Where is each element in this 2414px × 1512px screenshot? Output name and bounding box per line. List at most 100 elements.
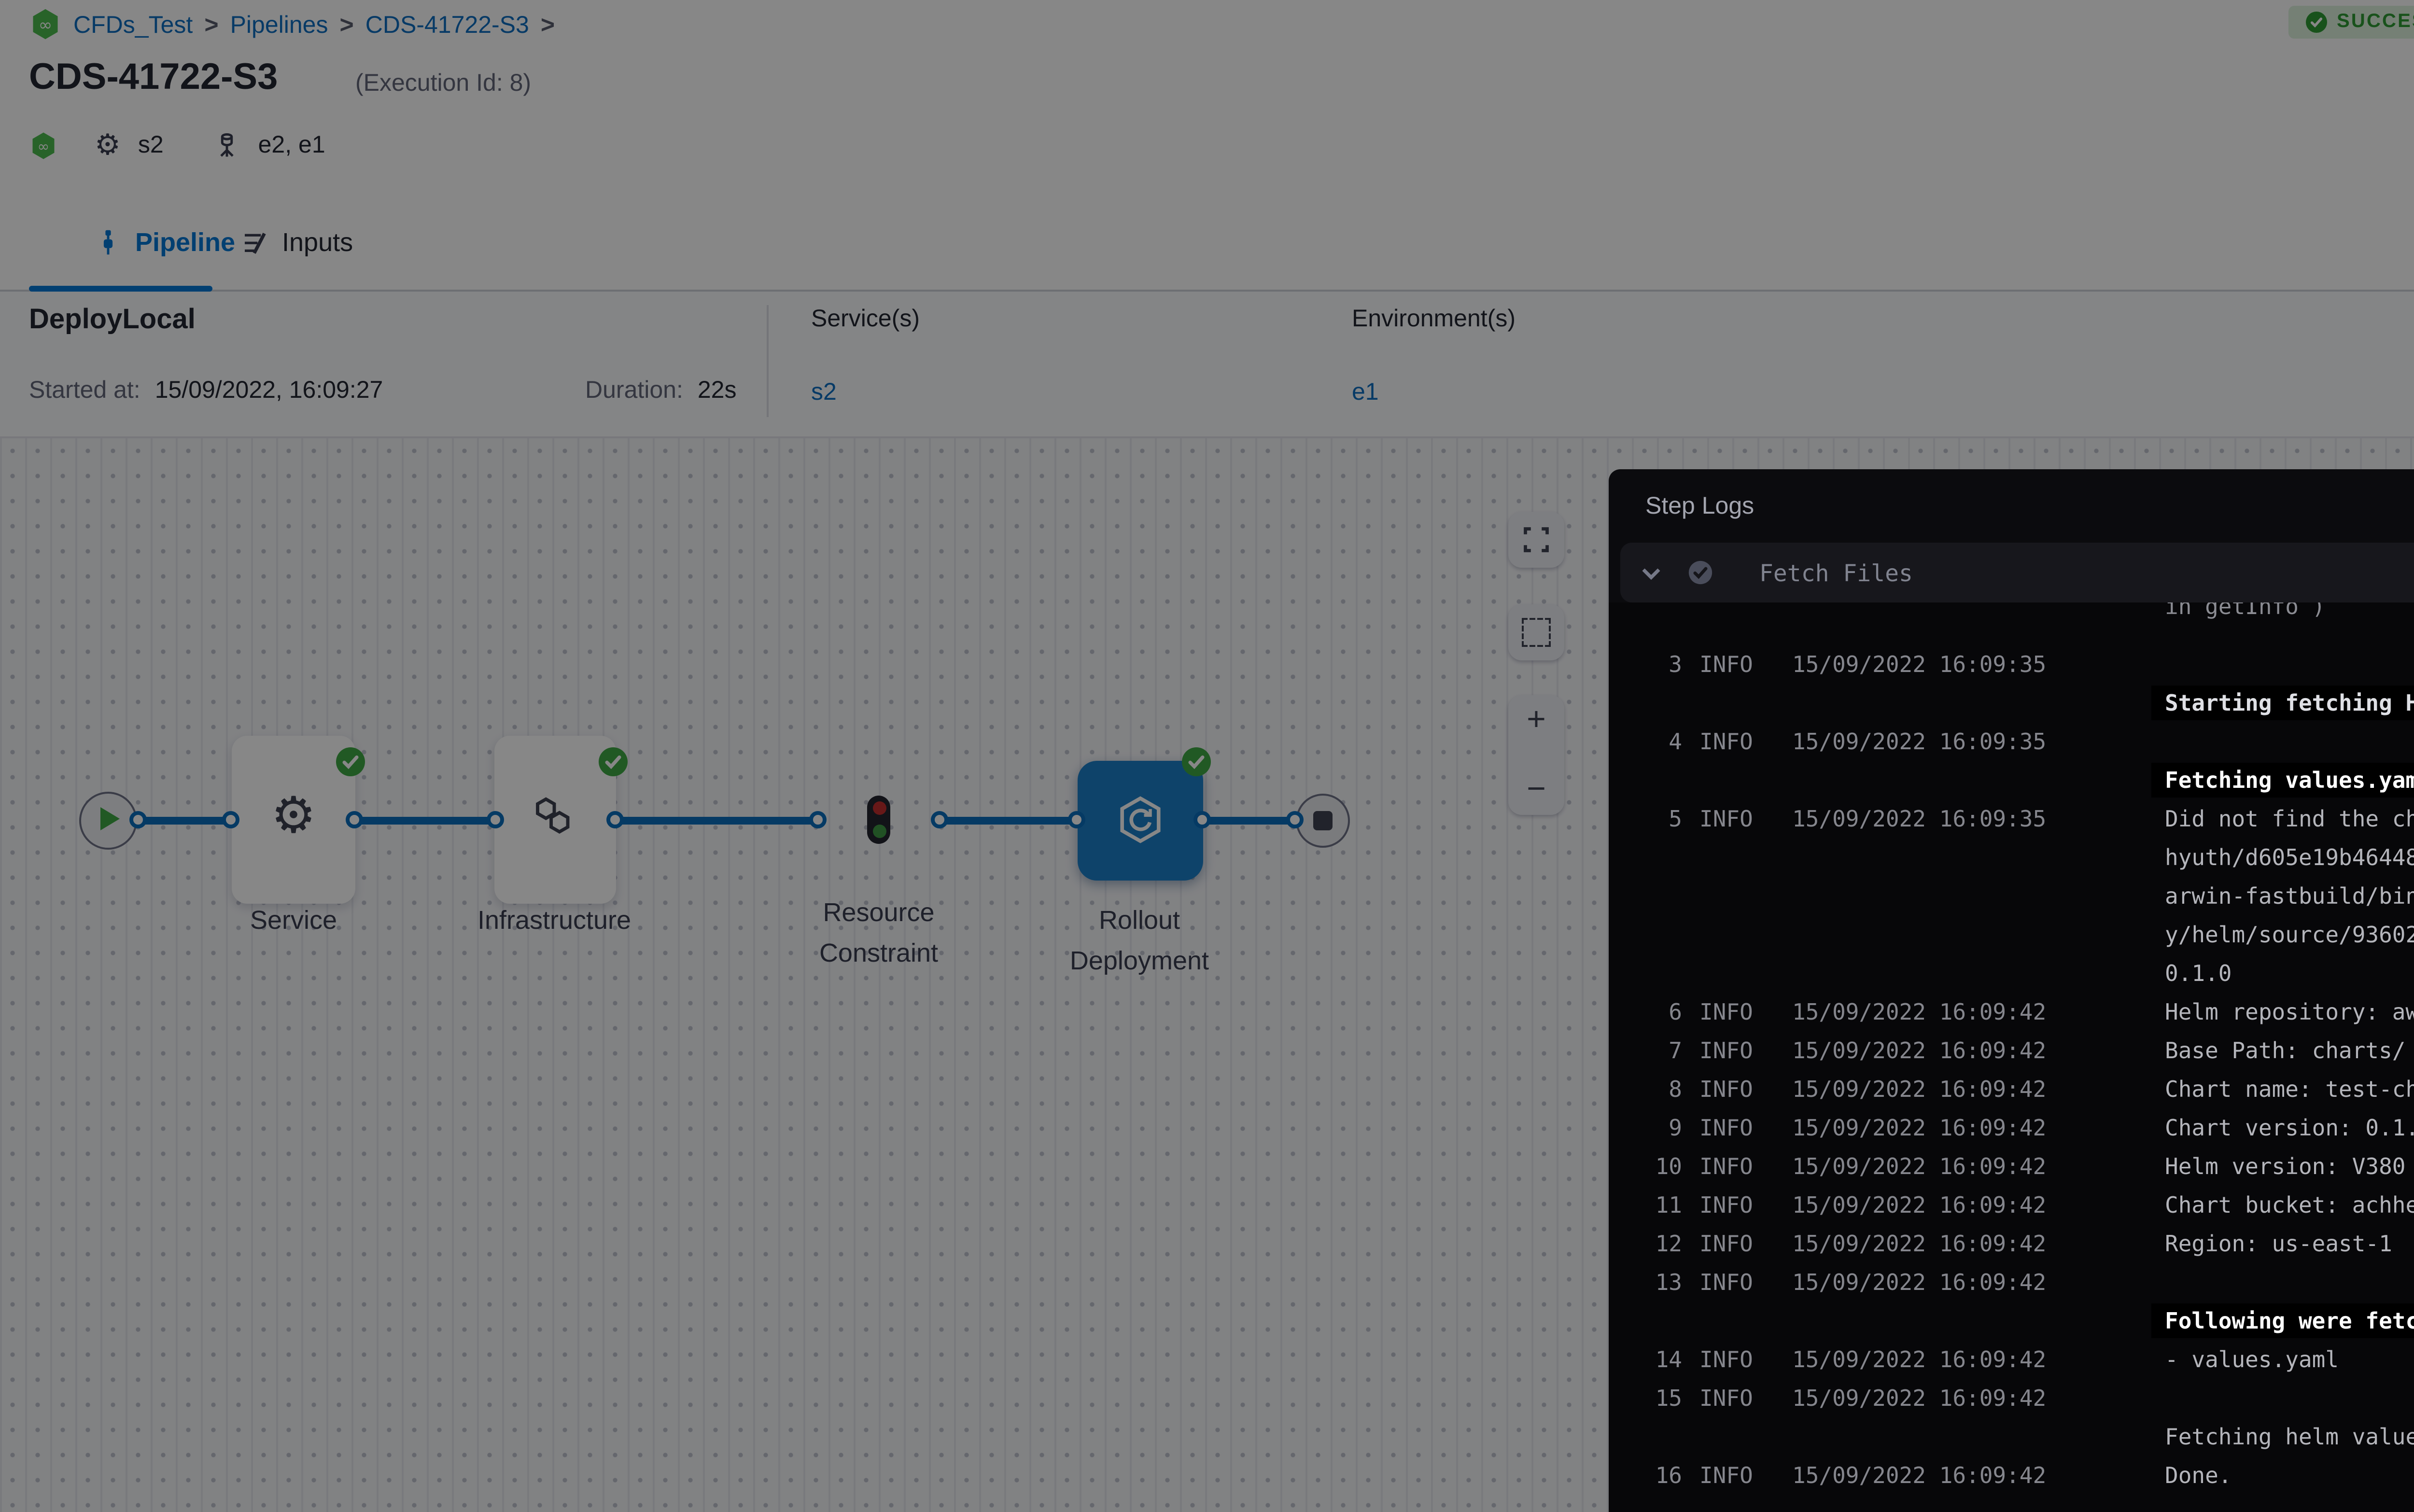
log-level: INFO: [1699, 1456, 1769, 1495]
log-level: INFO: [1699, 993, 1769, 1031]
log-message: [2165, 722, 2414, 761]
step-logs-drawer: Step Logs Console View Fetch Files ↑: [1609, 469, 2414, 1512]
log-line-number: 12: [1632, 1224, 1682, 1263]
log-line-number: 10: [1632, 1147, 1682, 1186]
log-timestamp: [1792, 602, 2047, 626]
log-row: 4 INFO 15/09/2022 16:09:35: [1609, 722, 2414, 761]
log-message: Helm version: V380: [2165, 1147, 2414, 1186]
log-timestamp: 15/09/2022 16:09:35: [1792, 799, 2047, 993]
log-level: INFO: [1699, 1147, 1769, 1186]
log-line-number: [1632, 761, 1682, 799]
chevron-down-icon[interactable]: [1640, 561, 1663, 584]
log-line-number: [1632, 1302, 1682, 1340]
step-logs-title: Step Logs: [1645, 491, 1754, 518]
log-line-number: [1632, 684, 1682, 722]
log-message: Following were fetched successfully :: [2165, 1302, 2414, 1340]
log-line-number: 15: [1632, 1379, 1682, 1417]
log-row: 6 INFO 15/09/2022 16:09:42 Helm reposito…: [1609, 993, 2414, 1031]
log-timestamp: 15/09/2022 16:09:42: [1792, 1147, 2047, 1186]
log-timestamp: [1792, 684, 2047, 722]
log-row: 14 INFO 15/09/2022 16:09:42 - values.yam…: [1609, 1340, 2414, 1379]
log-row: 15 INFO 15/09/2022 16:09:42: [1609, 1379, 2414, 1417]
log-row: Starting fetching Helm values: [1609, 684, 2414, 722]
log-message: Fetching helm values completed successfu…: [2165, 1417, 2414, 1456]
log-line-number: 16: [1632, 1456, 1682, 1495]
log-level: INFO: [1699, 1186, 1769, 1224]
log-row: 5 INFO 15/09/2022 16:09:35 Did not find …: [1609, 799, 2414, 993]
log-timestamp: 15/09/2022 16:09:42: [1792, 1456, 2047, 1495]
log-timestamp: [1792, 1302, 2047, 1340]
log-level: INFO: [1699, 645, 1769, 684]
log-level: INFO: [1699, 1070, 1769, 1108]
step-logs-header: Step Logs Console View: [1609, 469, 2414, 541]
log-line-number: 7: [1632, 1031, 1682, 1070]
log-message: Chart name: test-chart: [2165, 1070, 2414, 1108]
log-row: 13 INFO 15/09/2022 16:09:42: [1609, 1263, 2414, 1302]
log-timestamp: 15/09/2022 16:09:42: [1792, 1070, 2047, 1108]
log-message: Done.: [2165, 1456, 2414, 1495]
log-message: - values.yaml: [2165, 1340, 2414, 1379]
log-level: INFO: [1699, 1379, 1769, 1417]
log-row: 16 INFO 15/09/2022 16:09:42 Done.: [1609, 1456, 2414, 1495]
log-level: INFO: [1699, 1263, 1769, 1302]
log-timestamp: [1792, 761, 2047, 799]
log-row: in getInfo ): [1609, 602, 2414, 626]
log-line-number: [1632, 602, 1682, 626]
log-timestamp: 15/09/2022 16:09:42: [1792, 1263, 2047, 1302]
log-row: 12 INFO 15/09/2022 16:09:42 Region: us-e…: [1609, 1224, 2414, 1263]
log-timestamp: 15/09/2022 16:09:42: [1792, 1031, 2047, 1070]
log-message: [2165, 645, 2414, 684]
log-level: INFO: [1699, 799, 1769, 993]
log-line-number: 14: [1632, 1340, 1682, 1379]
log-timestamp: 15/09/2022 16:09:42: [1792, 993, 2047, 1031]
log-row: Following were fetched successfully :: [1609, 1302, 2414, 1340]
log-timestamp: 15/09/2022 16:09:42: [1792, 1379, 2047, 1417]
log-timestamp: 15/09/2022 16:09:42: [1792, 1340, 2047, 1379]
log-message: in getInfo ): [2165, 602, 2414, 626]
log-level: [1699, 602, 1769, 626]
log-message: Helm repository: aws-qa-setup-modified: [2165, 993, 2414, 1031]
step-name: Fetch Files: [1759, 559, 1913, 586]
log-message: Base Path: charts/: [2165, 1031, 2414, 1070]
log-line-number: 3: [1632, 645, 1682, 684]
log-level: INFO: [1699, 722, 1769, 761]
log-timestamp: 15/09/2022 16:09:42: [1792, 1108, 2047, 1147]
log-message: [2165, 1263, 2414, 1302]
log-row: 3 INFO 15/09/2022 16:09:35: [1609, 645, 2414, 684]
log-level: [1699, 1417, 1769, 1456]
log-timestamp: 15/09/2022 16:09:35: [1792, 722, 2047, 761]
log-message: [2165, 1379, 2414, 1417]
log-message: Region: us-east-1: [2165, 1224, 2414, 1263]
log-line-number: 11: [1632, 1186, 1682, 1224]
log-row: 7 INFO 15/09/2022 16:09:42 Base Path: ch…: [1609, 1031, 2414, 1070]
log-timestamp: 15/09/2022 16:09:35: [1792, 645, 2047, 684]
log-line-number: 8: [1632, 1070, 1682, 1108]
log-line-number: 13: [1632, 1263, 1682, 1302]
log-level: INFO: [1699, 1108, 1769, 1147]
log-timestamp: 15/09/2022 16:09:42: [1792, 1224, 2047, 1263]
log-row: 8 INFO 15/09/2022 16:09:42 Chart name: t…: [1609, 1070, 2414, 1108]
log-level: [1699, 761, 1769, 799]
log-row: 11 INFO 15/09/2022 16:09:42 Chart bucket…: [1609, 1186, 2414, 1224]
log-row: 10 INFO 15/09/2022 16:09:42 Helm version…: [1609, 1147, 2414, 1186]
log-level: INFO: [1699, 1224, 1769, 1263]
log-row: 9 INFO 15/09/2022 16:09:42 Chart version…: [1609, 1108, 2414, 1147]
log-row: Fetching helm values completed successfu…: [1609, 1417, 2414, 1456]
log-rows[interactable]: in getInfo ) 3 INFO 15/09/2022 16:09:35 …: [1609, 602, 2414, 1512]
log-message: Chart bucket: achhelmbucket: [2165, 1186, 2414, 1224]
step-success-icon: [1688, 560, 1713, 585]
log-timestamp: [1792, 1417, 2047, 1456]
log-message: Fetching values.yaml from helm chart rep…: [2165, 761, 2414, 799]
log-message: Chart version: 0.1.0: [2165, 1108, 2414, 1147]
log-message: Did not find the chart and version in lo…: [2165, 799, 2414, 993]
step-row[interactable]: Fetch Files ↑ ↓ 9s: [1620, 543, 2414, 602]
log-line-number: [1632, 1417, 1682, 1456]
log-row: Fetching values.yaml from helm chart rep…: [1609, 761, 2414, 799]
log-message: Starting fetching Helm values: [2165, 684, 2414, 722]
log-line-number: 5: [1632, 799, 1682, 993]
log-level: [1699, 1302, 1769, 1340]
log-line-number: 4: [1632, 722, 1682, 761]
log-level: [1699, 684, 1769, 722]
log-timestamp: 15/09/2022 16:09:42: [1792, 1186, 2047, 1224]
log-level: INFO: [1699, 1031, 1769, 1070]
